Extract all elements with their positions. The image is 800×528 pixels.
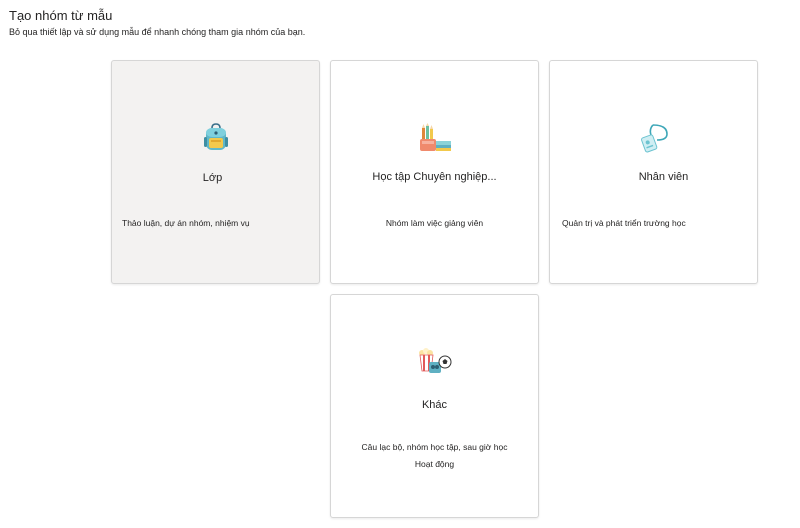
template-card-description: Nhóm làm việc giảng viên (385, 218, 484, 228)
template-card-description: Câu lạc bộ, nhóm học tập, sau giờ học Ho… (331, 439, 538, 473)
template-card-description: Quản trị và phát triển trường học (562, 218, 686, 228)
page-title: Tạo nhóm từ mẫu (9, 8, 113, 23)
page-subtitle: Bỏ qua thiết lập và sử dụng mẫu để nhanh… (9, 27, 306, 37)
template-card-description-line: Câu lạc bộ, nhóm học tập, sau giờ học (361, 442, 508, 452)
template-card-description-line: Hoạt động (414, 459, 455, 469)
template-card-description: Thảo luận, dự án nhóm, nhiệm vụ (122, 218, 250, 228)
template-card-professional-learning[interactable]: Học tập Chuyên nghiệp... Nhóm làm việc g… (330, 60, 539, 284)
books-pencils-icon (415, 118, 455, 158)
template-card-title: Khác (421, 399, 448, 411)
template-card-class[interactable]: Lớp Thảo luận, dự án nhóm, nhiệm vụ (111, 60, 320, 284)
template-card-title: Nhân viên (638, 171, 689, 183)
template-card-title: Học tập Chuyên nghiệp... (372, 171, 497, 183)
popcorn-soccer-icon (415, 342, 455, 382)
lanyard-badge-icon (634, 118, 674, 158)
template-card-other[interactable]: Khác Câu lạc bộ, nhóm học tập, sau giờ h… (330, 294, 539, 518)
template-card-title: Lớp (202, 172, 223, 184)
create-team-from-template-page: Tạo nhóm từ mẫu Bỏ qua thiết lập và sử d… (0, 0, 800, 528)
template-card-staff[interactable]: Nhân viên Quản trị và phát triển trường … (549, 60, 758, 284)
backpack-icon (196, 118, 236, 158)
